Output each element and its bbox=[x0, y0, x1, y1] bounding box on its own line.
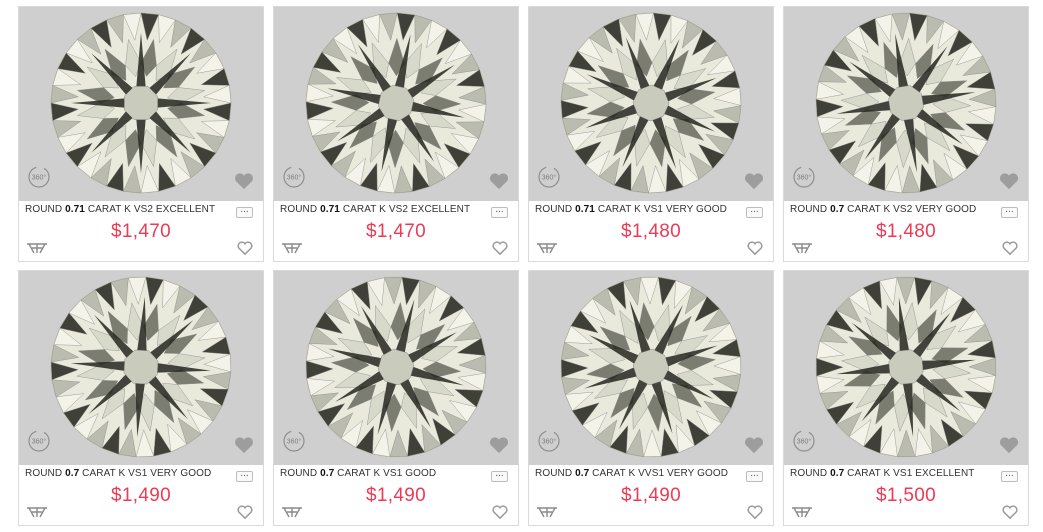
more-options-icon[interactable]: ... bbox=[236, 206, 253, 218]
brand-logo-icon bbox=[27, 507, 47, 518]
360-rotate-icon[interactable]: 360° bbox=[282, 165, 306, 189]
360-rotate-icon[interactable]: 360° bbox=[792, 165, 816, 189]
brand-logo-icon bbox=[537, 507, 557, 518]
diamond-photo[interactable]: 360° bbox=[784, 271, 1028, 465]
heart-icon[interactable] bbox=[488, 435, 510, 455]
listing-title: ROUND 0.71 CARAT K VS2 EXCELLENT bbox=[280, 204, 471, 215]
heart-icon[interactable] bbox=[491, 240, 509, 256]
360-rotate-icon[interactable]: 360° bbox=[27, 429, 51, 453]
diamond-photo[interactable]: 360° bbox=[529, 7, 773, 201]
360-rotate-icon[interactable]: 360° bbox=[537, 165, 561, 189]
diamond-card[interactable]: 360° ROUND 0.71 CARAT K VS2 EXCELLENT ..… bbox=[273, 6, 519, 262]
360-rotate-icon[interactable]: 360° bbox=[792, 429, 816, 453]
svg-text:360°: 360° bbox=[797, 438, 812, 446]
brand-logo-icon bbox=[537, 243, 557, 254]
heart-icon[interactable] bbox=[236, 504, 254, 520]
listing-title: ROUND 0.7 CARAT K VS1 EXCELLENT bbox=[790, 468, 975, 479]
brand-logo-icon bbox=[282, 507, 302, 518]
listing-title: ROUND 0.71 CARAT K VS2 EXCELLENT bbox=[25, 204, 216, 215]
svg-text:360°: 360° bbox=[32, 174, 47, 182]
heart-icon[interactable] bbox=[1001, 240, 1019, 256]
price: $1,500 bbox=[876, 485, 936, 506]
diamond-photo[interactable]: 360° bbox=[274, 271, 518, 465]
diamond-image bbox=[50, 12, 232, 194]
diamond-photo[interactable]: 360° bbox=[19, 7, 263, 201]
heart-icon[interactable] bbox=[488, 171, 510, 191]
360-rotate-icon[interactable]: 360° bbox=[537, 429, 561, 453]
heart-icon[interactable] bbox=[1001, 504, 1019, 520]
price: $1,470 bbox=[111, 221, 171, 242]
svg-text:360°: 360° bbox=[797, 174, 812, 182]
price: $1,480 bbox=[621, 221, 681, 242]
svg-text:360°: 360° bbox=[542, 438, 557, 446]
brand-logo-icon bbox=[792, 507, 812, 518]
more-options-icon[interactable]: ... bbox=[491, 470, 508, 482]
heart-icon[interactable] bbox=[746, 240, 764, 256]
listing-title: ROUND 0.7 CARAT K VS1 GOOD bbox=[280, 468, 437, 479]
svg-text:360°: 360° bbox=[287, 174, 302, 182]
heart-icon[interactable] bbox=[743, 171, 765, 191]
diamond-image bbox=[560, 276, 742, 458]
price: $1,490 bbox=[111, 485, 171, 506]
diamond-card[interactable]: 360° ROUND 0.7 CARAT K VS1 EXCELLENT ...… bbox=[783, 270, 1029, 526]
diamond-card[interactable]: 360° ROUND 0.7 CARAT K VS1 GOOD ... $1,4… bbox=[273, 270, 519, 526]
diamond-image bbox=[560, 12, 742, 194]
listing-title: ROUND 0.71 CARAT K VS1 VERY GOOD bbox=[535, 204, 728, 215]
diamond-image bbox=[50, 276, 232, 458]
svg-text:360°: 360° bbox=[542, 174, 557, 182]
diamond-image bbox=[305, 276, 487, 458]
more-options-icon[interactable]: ... bbox=[491, 206, 508, 218]
heart-icon[interactable] bbox=[233, 171, 255, 191]
price: $1,470 bbox=[366, 221, 426, 242]
heart-icon[interactable] bbox=[236, 240, 254, 256]
diamond-photo[interactable]: 360° bbox=[784, 7, 1028, 201]
diamond-photo[interactable]: 360° bbox=[274, 7, 518, 201]
diamond-card[interactable]: 360° ROUND 0.7 CARAT K VVS1 VERY GOOD ..… bbox=[528, 270, 774, 526]
listing-title: ROUND 0.7 CARAT K VVS1 VERY GOOD bbox=[535, 468, 729, 479]
brand-logo-icon bbox=[282, 243, 302, 254]
more-options-icon[interactable]: ... bbox=[746, 470, 763, 482]
svg-text:360°: 360° bbox=[32, 438, 47, 446]
heart-icon[interactable] bbox=[743, 435, 765, 455]
more-options-icon[interactable]: ... bbox=[746, 206, 763, 218]
more-options-icon[interactable]: ... bbox=[236, 470, 253, 482]
more-options-icon[interactable]: ... bbox=[1001, 470, 1018, 482]
svg-text:360°: 360° bbox=[287, 438, 302, 446]
diamond-card[interactable]: 360° ROUND 0.71 CARAT K VS2 EXCELLENT ..… bbox=[18, 6, 264, 262]
diamond-card[interactable]: 360° ROUND 0.7 CARAT K VS1 VERY GOOD ...… bbox=[18, 270, 264, 526]
heart-icon[interactable] bbox=[998, 435, 1020, 455]
diamond-photo[interactable]: 360° bbox=[529, 271, 773, 465]
diamond-photo[interactable]: 360° bbox=[19, 271, 263, 465]
more-options-icon[interactable]: ... bbox=[1001, 206, 1018, 218]
diamond-results-grid: 360° ROUND 0.71 CARAT K VS2 EXCELLENT ..… bbox=[18, 6, 1029, 526]
heart-icon[interactable] bbox=[998, 171, 1020, 191]
brand-logo-icon bbox=[27, 243, 47, 254]
360-rotate-icon[interactable]: 360° bbox=[282, 429, 306, 453]
360-rotate-icon[interactable]: 360° bbox=[27, 165, 51, 189]
price: $1,480 bbox=[876, 221, 936, 242]
diamond-card[interactable]: 360° ROUND 0.7 CARAT K VS2 VERY GOOD ...… bbox=[783, 6, 1029, 262]
heart-icon[interactable] bbox=[491, 504, 509, 520]
heart-icon[interactable] bbox=[233, 435, 255, 455]
price: $1,490 bbox=[621, 485, 681, 506]
listing-title: ROUND 0.7 CARAT K VS2 VERY GOOD bbox=[790, 204, 977, 215]
price: $1,490 bbox=[366, 485, 426, 506]
heart-icon[interactable] bbox=[746, 504, 764, 520]
diamond-image bbox=[305, 12, 487, 194]
listing-title: ROUND 0.7 CARAT K VS1 VERY GOOD bbox=[25, 468, 212, 479]
diamond-image bbox=[815, 12, 997, 194]
brand-logo-icon bbox=[792, 243, 812, 254]
diamond-card[interactable]: 360° ROUND 0.71 CARAT K VS1 VERY GOOD ..… bbox=[528, 6, 774, 262]
diamond-image bbox=[815, 276, 997, 458]
